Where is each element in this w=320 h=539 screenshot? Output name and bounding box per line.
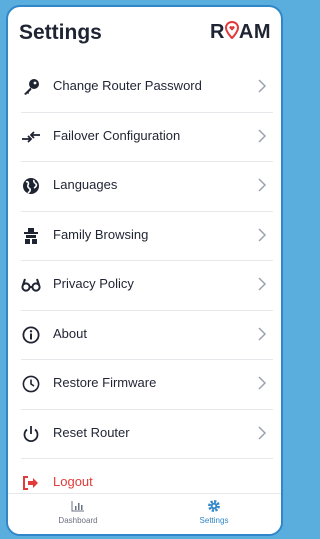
bottom-tab-bar: Dashboard Settings — [8, 493, 281, 534]
chevron-right-icon — [258, 277, 267, 291]
chevron-right-icon — [258, 425, 267, 440]
logo-text-left: R — [209, 21, 225, 43]
menu-item-label: About — [53, 325, 87, 341]
page-title: Settings — [19, 21, 102, 44]
header: Settings R AM — [8, 7, 281, 63]
chevron-right-icon — [258, 79, 267, 93]
tab-label: Settings — [199, 516, 229, 525]
power-icon — [21, 424, 41, 444]
menu-item-family-browsing[interactable]: Family Browsing — [21, 212, 273, 261]
tab-settings[interactable]: Settings — [174, 498, 254, 525]
chevron-right-icon — [258, 128, 267, 143]
tab-dashboard[interactable]: Dashboard — [38, 498, 118, 525]
globe-icon — [21, 176, 41, 196]
logo-text-right: AM — [238, 21, 271, 43]
phone-frame: Settings R AM Change Router Password Fail… — [6, 5, 283, 536]
logo-pin-icon — [224, 20, 239, 43]
settings-menu: Change Router Password Failover Configur… — [8, 63, 281, 508]
menu-item-languages[interactable]: Languages — [21, 162, 273, 212]
key-icon — [21, 77, 41, 97]
menu-item-restore-firmware[interactable]: Restore Firmware — [21, 360, 273, 410]
roam-logo: R AM — [209, 20, 271, 44]
logout-icon — [21, 473, 41, 493]
tab-label: Dashboard — [58, 516, 98, 525]
chevron-right-icon — [258, 178, 267, 192]
menu-item-about[interactable]: About — [21, 311, 273, 360]
menu-item-label: Failover Configuration — [53, 127, 181, 143]
menu-item-reset-router[interactable]: Reset Router — [21, 410, 273, 459]
menu-item-label: Reset Router — [53, 424, 130, 440]
failover-arrows-icon — [21, 127, 41, 147]
menu-item-change-router-password[interactable]: Change Router Password — [21, 63, 273, 113]
menu-item-label: Restore Firmware — [53, 375, 157, 390]
clock-icon — [21, 374, 41, 394]
menu-item-label: Family Browsing — [53, 226, 149, 242]
glasses-icon — [21, 275, 41, 295]
family-icon — [21, 226, 41, 246]
info-icon — [21, 325, 41, 345]
chevron-right-icon — [258, 326, 267, 341]
bar-chart-icon — [38, 498, 118, 514]
menu-item-failover-configuration[interactable]: Failover Configuration — [21, 113, 273, 162]
menu-item-label: Logout — [53, 474, 93, 489]
gear-icon — [174, 498, 254, 514]
menu-item-privacy-policy[interactable]: Privacy Policy — [21, 261, 273, 311]
chevron-right-icon — [258, 227, 267, 242]
menu-item-label: Change Router Password — [53, 78, 202, 93]
menu-item-label: Languages — [53, 177, 118, 192]
chevron-right-icon — [258, 376, 267, 390]
menu-item-label: Privacy Policy — [53, 276, 134, 291]
